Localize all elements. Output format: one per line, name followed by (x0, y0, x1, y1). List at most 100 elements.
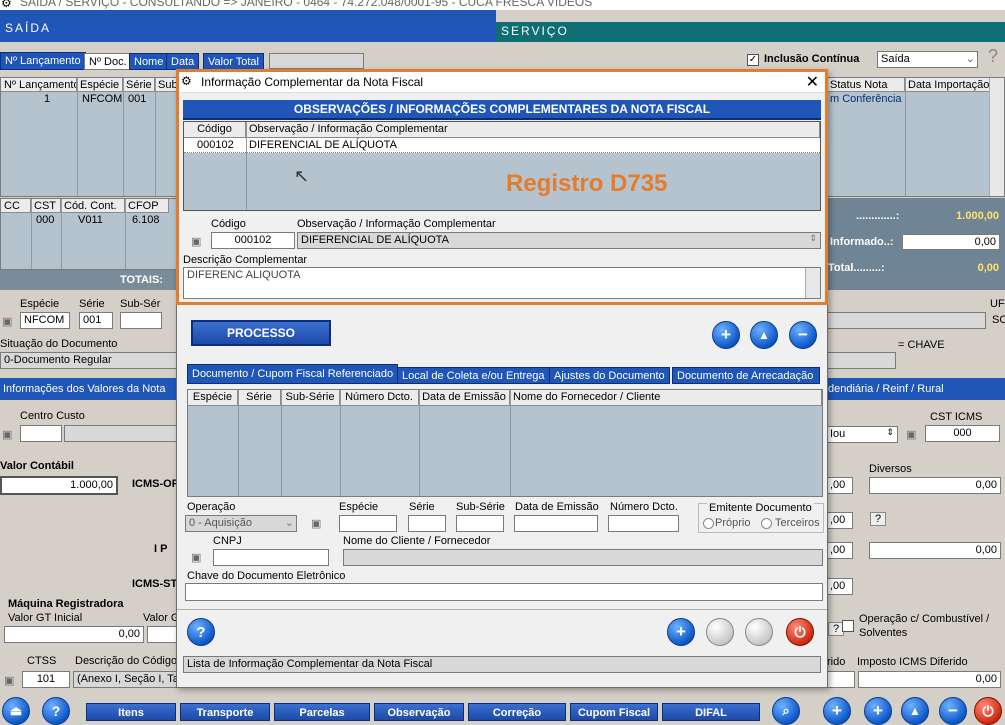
observacao-button[interactable]: Observação (374, 703, 464, 721)
add-icon[interactable]: + (667, 618, 695, 646)
items-grid-header: CC (1, 199, 31, 213)
terceiros-radio[interactable] (761, 518, 772, 529)
cupom-fiscal-button[interactable]: Cupom Fiscal (570, 703, 658, 721)
imposto-diferido-label: Imposto ICMS Diferido (857, 656, 968, 668)
serie-field[interactable] (408, 515, 446, 532)
tab-ajustes[interactable]: Ajustes do Documento (549, 367, 670, 384)
subserie-field[interactable] (456, 515, 504, 532)
table-cell[interactable]: m Conferência (827, 92, 905, 106)
valor-contabil-field[interactable]: 1.000,00 (0, 476, 118, 495)
cancel-disabled-icon[interactable] (745, 618, 773, 646)
cst-icms-select[interactable]: Iou ⇕ (826, 426, 898, 443)
totals-label: TOTAIS: (120, 274, 163, 286)
remove-icon[interactable]: − (789, 321, 817, 349)
totals-bar: TOTAIS: (0, 270, 180, 290)
items-grid-header: CFOP (125, 199, 169, 213)
right-value-field[interactable]: 0,00 (869, 542, 1001, 559)
data-emissao-field[interactable] (514, 515, 598, 532)
valores-bar-label: Informações dos Valores da Nota (3, 383, 166, 395)
lookup-icon[interactable]: ▣ (906, 428, 920, 441)
main-grid[interactable]: Nº Lançamento Espécie Série Sub 1 NFCOM … (0, 77, 180, 197)
table-cell[interactable]: 001 (125, 92, 149, 106)
tab-n-lancamento[interactable]: Nº Lançamento (0, 52, 86, 70)
right-grid-scrollbar[interactable] (989, 78, 1004, 196)
itens-button[interactable]: Itens (86, 703, 176, 721)
chave-field-partial[interactable] (826, 352, 896, 369)
header-right: SERVIÇO (496, 22, 1005, 42)
table-cell[interactable]: 000 (33, 213, 57, 227)
tab-local-coleta[interactable]: Local de Coleta e/ou Entrega (397, 367, 550, 384)
type-select[interactable]: Saída ⌄ (877, 51, 978, 68)
help-icon[interactable]: ? (187, 618, 215, 646)
lookup-icon[interactable]: ▣ (2, 315, 16, 328)
diversos-field[interactable]: 0,00 (869, 477, 1001, 494)
ctss-label: CTSS (27, 655, 57, 667)
tab-valor-total[interactable]: Valor Total (203, 53, 264, 70)
save-disabled-icon[interactable] (706, 618, 734, 646)
table-cell[interactable]: 6.108 (129, 213, 163, 227)
items-grid[interactable]: CC CST Cód. Cont. CFOP 000 V011 6.108 (0, 198, 180, 270)
chevron-down-icon: ⌄ (965, 53, 975, 65)
difal-button[interactable]: DIFAL (662, 703, 760, 721)
table-cell[interactable]: NFCOM (79, 92, 125, 106)
nome-field (343, 549, 823, 566)
right-combo[interactable] (826, 312, 986, 329)
lookup-icon[interactable]: ▣ (4, 674, 18, 687)
lookup-icon[interactable]: ▣ (191, 551, 205, 564)
transporte-button[interactable]: Transporte (180, 703, 270, 721)
inclusao-checkbox[interactable]: ✓ (747, 54, 759, 66)
cnpj-label: CNPJ (213, 535, 242, 547)
main-grid-header: Nº Lançamento (1, 78, 77, 92)
help-icon[interactable]: ? (988, 46, 998, 67)
table-cell[interactable]: 1 (41, 92, 53, 106)
partial-field-1[interactable]: ,00 (826, 477, 853, 494)
modal-window: ⚙ Informação Complementar da Nota Fiscal… (176, 69, 828, 688)
especie-label: Espécie (339, 501, 379, 513)
imposto-diferido-field[interactable]: 0,00 (858, 671, 1001, 688)
up-icon[interactable]: ▲ (750, 321, 778, 349)
valor-gt-field[interactable]: 0,00 (4, 626, 144, 643)
ctss-field[interactable]: 101 (22, 671, 70, 688)
informado-field[interactable]: 0,00 (902, 234, 1000, 250)
window-title: SAÍDA / SERVIÇO - CONSULTANDO => JANEIRO… (20, 0, 593, 9)
tab-arrecadacao[interactable]: Documento de Arrecadação (672, 367, 820, 384)
partial-field-4[interactable]: ,00 (826, 578, 853, 595)
operacao-select[interactable]: 0 - Aquisição ⌄ (185, 515, 297, 532)
cnpj-field[interactable] (213, 549, 329, 566)
ref-grid[interactable]: Espécie Série Sub-Série Número Dcto. Dat… (187, 389, 823, 497)
help-small-icon[interactable]: ? (870, 512, 887, 526)
serie-field[interactable]: 001 (79, 312, 113, 329)
power-icon[interactable]: ⏻ (786, 618, 814, 646)
chave-field[interactable] (185, 583, 823, 601)
table-cell[interactable]: V011 (75, 213, 106, 227)
partial-field-3[interactable]: ,00 (826, 542, 853, 559)
right-grid[interactable]: Status Nota Data Importação m Conferênci… (826, 77, 1005, 197)
parcelas-button[interactable]: Parcelas (274, 703, 370, 721)
correcao-button[interactable]: Correção (468, 703, 566, 721)
proprio-radio[interactable] (703, 518, 714, 529)
especie-label: Espécie (20, 298, 60, 310)
main-grid-header: Série (123, 78, 155, 92)
numero-dcto-label: Número Dcto. (610, 501, 678, 513)
especie-field[interactable]: NFCOM (20, 312, 70, 329)
total-label: Total.........: (828, 262, 885, 274)
lookup-icon[interactable]: ▣ (311, 517, 325, 530)
highlight-box (176, 69, 828, 305)
especie-field[interactable] (339, 515, 397, 532)
tab-documento-referenciado[interactable]: Documento / Cupom Fiscal Referenciado (187, 364, 399, 384)
centro-custo-field[interactable] (20, 425, 62, 442)
numero-dcto-field[interactable] (608, 515, 679, 532)
add-icon[interactable]: + (712, 321, 740, 349)
processo-button[interactable]: PROCESSO (191, 320, 331, 346)
tab-nome[interactable]: Nome (129, 53, 169, 70)
situacao-field[interactable]: 0-Documento Regular (0, 352, 180, 369)
items-grid-header: Cód. Cont. (61, 199, 125, 213)
subserie-field[interactable] (120, 312, 162, 329)
search-field[interactable] (269, 53, 364, 69)
partial-field-2[interactable]: ,00 (826, 512, 853, 529)
cst-icms-field[interactable]: 000 (925, 425, 1000, 442)
lookup-icon[interactable]: ▣ (2, 428, 16, 441)
combustivel-checkbox[interactable] (842, 620, 854, 632)
tab-data[interactable]: Data (166, 53, 200, 70)
tab-n-doc[interactable]: Nº Doc. (84, 53, 132, 70)
